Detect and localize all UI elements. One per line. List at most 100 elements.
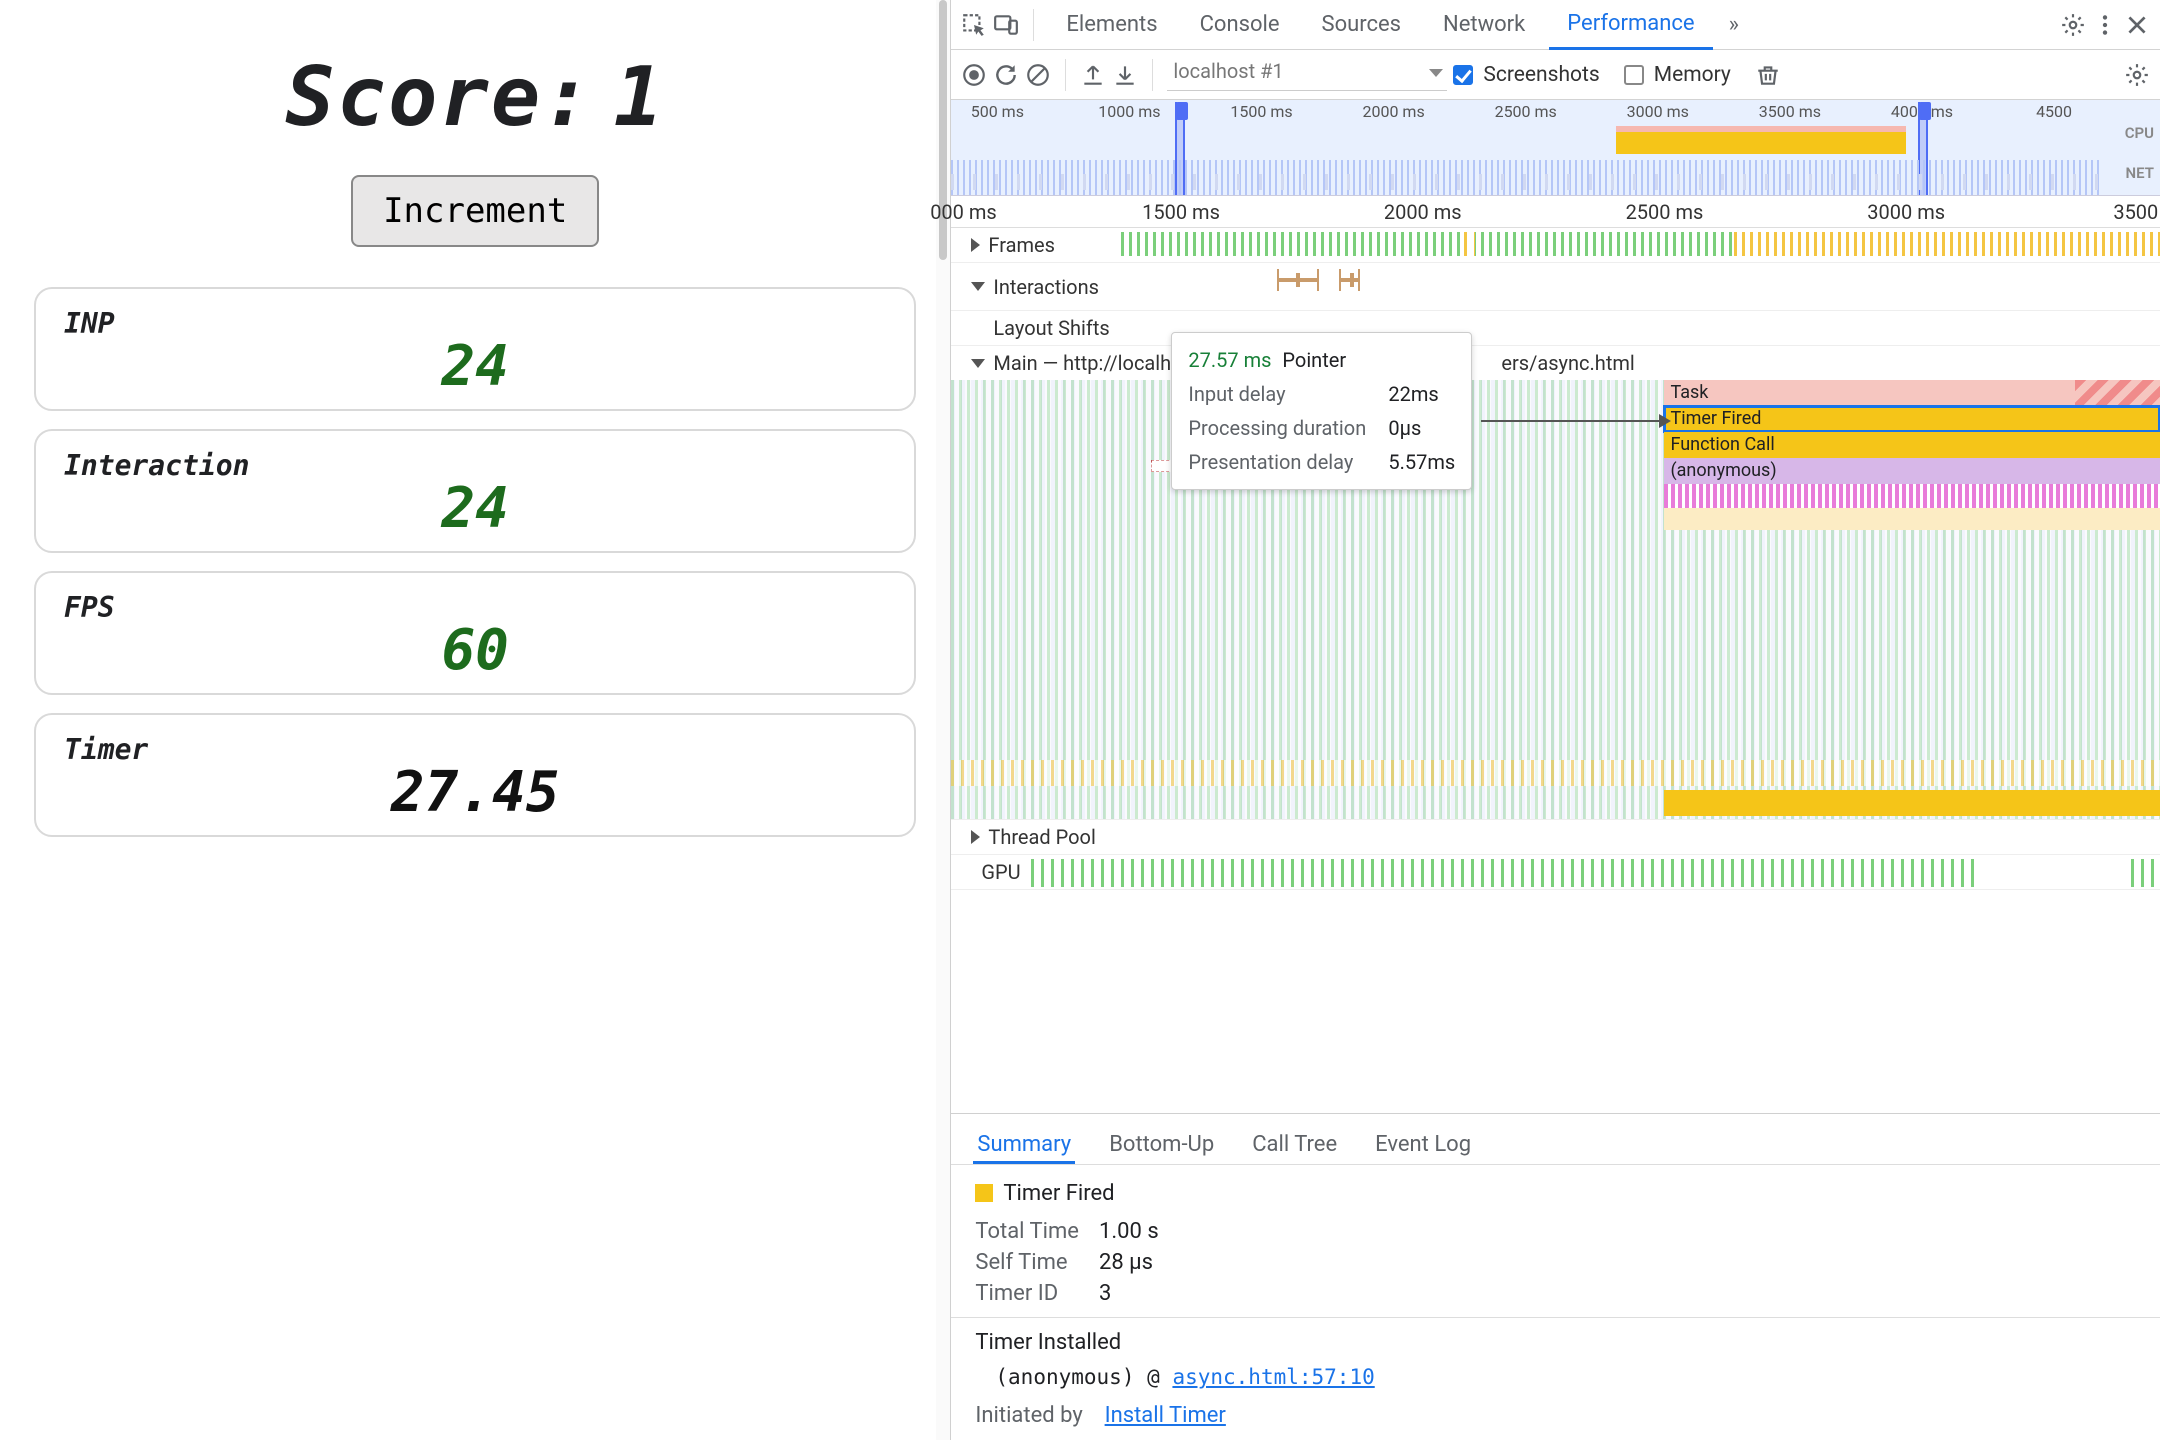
metric-value: 60 bbox=[64, 618, 886, 683]
dropdown-icon bbox=[1429, 69, 1443, 77]
more-tabs-icon[interactable]: » bbox=[1719, 2, 1749, 47]
overview-tick: 500 ms bbox=[971, 102, 1024, 121]
overview-tick: 1500 ms bbox=[1230, 102, 1292, 121]
flame-task-long[interactable] bbox=[2075, 380, 2160, 406]
tab-call-tree[interactable]: Call Tree bbox=[1248, 1124, 1341, 1164]
initiated-by-link[interactable]: Install Timer bbox=[1105, 1403, 1226, 1428]
metric-value: 24 bbox=[64, 334, 886, 399]
increment-button[interactable]: Increment bbox=[351, 175, 599, 247]
track-interactions[interactable]: Interactions bbox=[951, 263, 2160, 311]
record-icon[interactable] bbox=[961, 62, 987, 88]
track-main-header[interactable]: Main — http://localho ers/async.html bbox=[951, 346, 2160, 380]
score-display: Score:1 bbox=[30, 50, 920, 145]
recording-select[interactable]: localhost #1 bbox=[1167, 59, 1447, 91]
tooltip-arrow bbox=[1481, 420, 1663, 422]
perf-toolbar: localhost #1 Screenshots Memory bbox=[951, 50, 2160, 100]
summary-value: 3 bbox=[1099, 1278, 1179, 1309]
tab-event-log[interactable]: Event Log bbox=[1371, 1124, 1475, 1164]
upload-icon[interactable] bbox=[1080, 62, 1106, 88]
screenshots-checkbox[interactable] bbox=[1453, 65, 1473, 85]
collapse-icon[interactable] bbox=[971, 359, 985, 368]
close-icon[interactable] bbox=[2124, 12, 2150, 38]
expand-icon[interactable] bbox=[971, 830, 980, 844]
net-label: NET bbox=[2126, 164, 2154, 182]
tab-performance[interactable]: Performance bbox=[1549, 0, 1712, 50]
demo-page: Score:1 Increment INP 24 Interaction 24 … bbox=[0, 0, 950, 1440]
frames-late bbox=[1734, 232, 2160, 256]
timeline-overview[interactable]: 500 ms1000 ms1500 ms2000 ms2500 ms3000 m… bbox=[951, 100, 2160, 196]
track-label: Layout Shifts bbox=[993, 316, 1109, 340]
expand-icon[interactable] bbox=[971, 238, 980, 252]
summary-value: 28 µs bbox=[1099, 1247, 1179, 1278]
capture-settings-icon[interactable] bbox=[2124, 62, 2150, 88]
track-gpu[interactable]: GPU bbox=[951, 855, 2160, 890]
flame-anonymous[interactable]: (anonymous) bbox=[1664, 458, 2160, 484]
ruler-tick: 3000 ms bbox=[1867, 200, 1945, 224]
ruler-tick: 2500 ms bbox=[1626, 200, 1704, 224]
summary-swatch bbox=[975, 1184, 993, 1202]
track-label: GPU bbox=[981, 860, 1020, 884]
track-label: Thread Pool bbox=[988, 825, 1095, 849]
overview-tick: 2500 ms bbox=[1495, 102, 1557, 121]
timeline-ruler[interactable]: 000 ms1500 ms2000 ms2500 ms3000 ms3500 bbox=[951, 196, 2160, 228]
flame-render[interactable] bbox=[1664, 508, 2160, 530]
overview-tick: 3500 ms bbox=[1759, 102, 1821, 121]
download-icon[interactable] bbox=[1112, 62, 1138, 88]
flame-bar[interactable] bbox=[1664, 790, 2160, 816]
gc-icon[interactable] bbox=[1755, 62, 1781, 88]
tab-summary[interactable]: Summary bbox=[973, 1124, 1075, 1164]
summary-key: Self Time bbox=[975, 1247, 1099, 1278]
metric-card-fps: FPS 60 bbox=[34, 571, 916, 695]
thread-body bbox=[1121, 824, 2160, 852]
ruler-tick: 2000 ms bbox=[1384, 200, 1462, 224]
cpu-label: CPU bbox=[2125, 124, 2154, 142]
kebab-icon[interactable] bbox=[2092, 12, 2118, 38]
frame-spike bbox=[1464, 232, 1474, 256]
track-frames[interactable]: Frames bbox=[951, 228, 2160, 263]
tab-bottom-up[interactable]: Bottom-Up bbox=[1105, 1124, 1218, 1164]
interaction-whisker[interactable] bbox=[1277, 269, 1319, 291]
recording-name: localhost #1 bbox=[1173, 59, 1283, 83]
initiator-anon: (anonymous) bbox=[995, 1365, 1134, 1389]
inspect-icon[interactable] bbox=[961, 12, 987, 38]
tooltip-event: Pointer bbox=[1282, 348, 1346, 372]
tab-network[interactable]: Network bbox=[1425, 1, 1543, 48]
overview-tick: 2000 ms bbox=[1362, 102, 1424, 121]
clear-icon[interactable] bbox=[1025, 62, 1051, 88]
initiator-heading: Timer Installed bbox=[975, 1330, 2136, 1355]
metric-value: 27.45 bbox=[64, 760, 886, 825]
flame-function-call[interactable]: Function Call bbox=[1664, 432, 2160, 458]
devtools-panel: Elements Console Sources Network Perform… bbox=[950, 0, 2160, 1440]
reload-record-icon[interactable] bbox=[993, 62, 1019, 88]
flame-chart[interactable]: Task Timer Fired Function Call (anonymou… bbox=[951, 380, 2160, 820]
track-thread-pool[interactable]: Thread Pool bbox=[951, 820, 2160, 855]
overview-activity-bar bbox=[1616, 126, 1906, 154]
details-tabbar: Summary Bottom-Up Call Tree Event Log bbox=[951, 1113, 2160, 1165]
device-icon[interactable] bbox=[993, 12, 1019, 38]
metric-card-timer: Timer 27.45 bbox=[34, 713, 916, 837]
initiator-panel: Timer Installed (anonymous) @ async.html… bbox=[951, 1318, 2160, 1440]
ruler-tick: 1500 ms bbox=[1142, 200, 1220, 224]
memory-checkbox[interactable] bbox=[1624, 65, 1644, 85]
metric-card-inp: INP 24 bbox=[34, 287, 916, 411]
initiator-source-link[interactable]: async.html:57:10 bbox=[1172, 1365, 1374, 1389]
metric-card-interaction: Interaction 24 bbox=[34, 429, 916, 553]
summary-key: Timer ID bbox=[975, 1278, 1099, 1309]
tab-sources[interactable]: Sources bbox=[1304, 1, 1420, 48]
track-label: Frames bbox=[988, 233, 1055, 257]
tab-elements[interactable]: Elements bbox=[1048, 1, 1175, 48]
gear-icon[interactable] bbox=[2060, 12, 2086, 38]
tab-console[interactable]: Console bbox=[1182, 1, 1298, 48]
score-value: 1 bbox=[614, 50, 665, 145]
flame-timer-fired[interactable]: Timer Fired bbox=[1664, 406, 2160, 432]
devtools-tabbar: Elements Console Sources Network Perform… bbox=[951, 0, 2160, 50]
track-label: Interactions bbox=[993, 275, 1099, 299]
metric-value: 24 bbox=[64, 476, 886, 541]
flame-microtasks[interactable] bbox=[1664, 484, 2160, 508]
collapse-icon[interactable] bbox=[971, 282, 985, 291]
interaction-whisker[interactable] bbox=[1339, 269, 1360, 291]
ruler-tick: 000 ms bbox=[930, 200, 997, 224]
score-label: Score: bbox=[285, 50, 593, 145]
track-layout-shifts[interactable]: Layout Shifts bbox=[951, 311, 2160, 346]
screenshots-label: Screenshots bbox=[1483, 63, 1599, 87]
